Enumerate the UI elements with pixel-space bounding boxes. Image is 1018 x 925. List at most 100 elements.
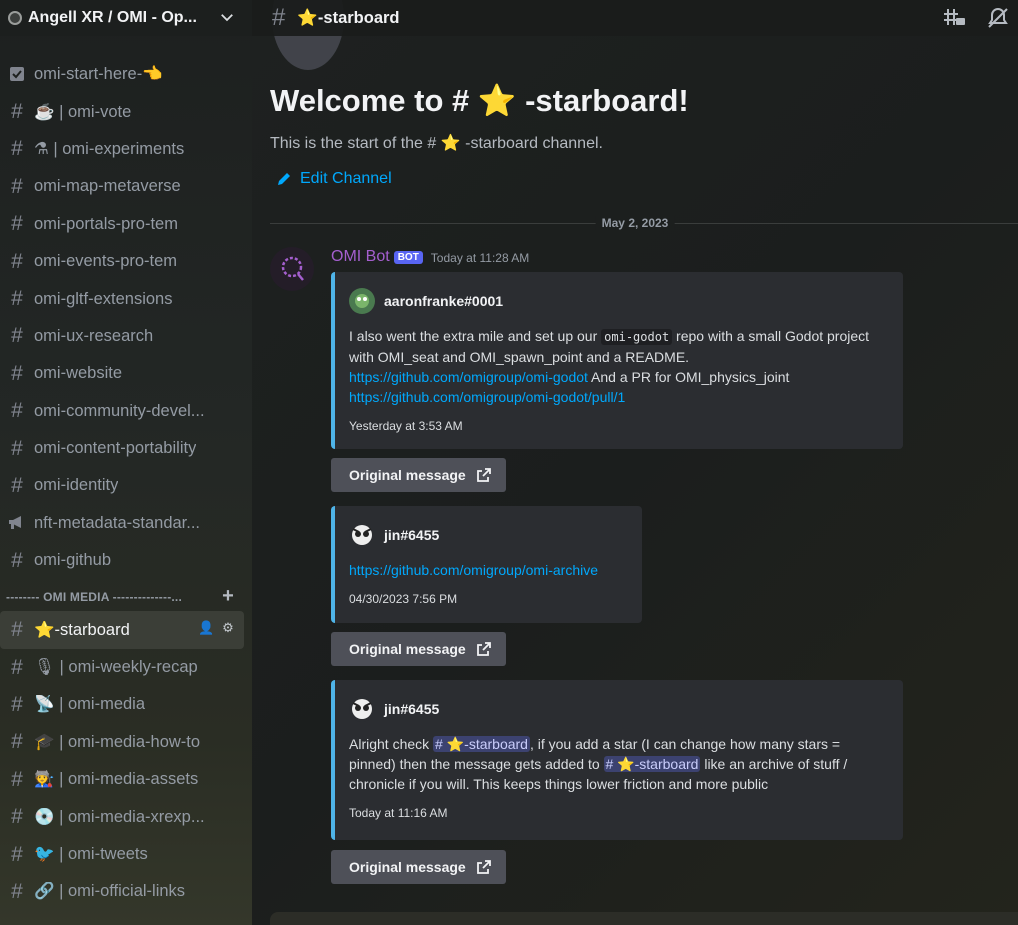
embed-author-name[interactable]: jin#6455 [384,701,439,717]
hash-icon: # [11,692,23,716]
original-message-button[interactable]: Original message [331,458,506,492]
channel-label: 🔗 | omi-official-links [34,882,186,901]
channel-omi-start-here[interactable]: omi-start-here-👈 [0,56,244,93]
chevron-down-icon[interactable] [218,8,236,26]
welcome-title: Welcome to # ⭐ -starboard! [270,83,689,118]
channel-header: # ⭐-starboard [252,0,1018,36]
starred-embed: jin#6455 https://github.com/omigroup/omi… [331,506,642,623]
hash-icon: # [11,361,23,385]
category-omi-media[interactable]: -------- OMI MEDIA --------------... + [0,583,252,611]
channel-omi-media[interactable]: # 📡 | omi-media [0,686,244,723]
hash-icon: # [11,842,23,866]
hash-icon: # [11,655,23,679]
channel-label: 🧑‍🏭 | omi-media-assets [34,770,199,789]
omi-bot-avatar-icon [281,256,304,281]
channel-label: 🐦 | omi-tweets [34,845,148,863]
embed-author: aaronfranke#0001 [349,288,889,314]
embed-description: Alright check # ⭐-starboard, if you add … [349,734,889,794]
channel-omi-map-metaverse[interactable]: # omi-map-metaverse [0,168,244,205]
channel-nft-metadata-standards[interactable]: nft-metadata-standar... [0,505,244,542]
embed-author-name[interactable]: aaronfranke#0001 [384,293,503,309]
channel-omi-github[interactable]: # omi-github [0,542,244,579]
channel-label: omi-portals-pro-tem [34,214,178,233]
hash-threads-icon: # [11,287,23,311]
channel-omi-content-portability[interactable]: # omi-content-portability [0,430,244,467]
original-message-button[interactable]: Original message [331,632,506,666]
hash-threads-icon: # [11,399,23,423]
channel-omi-community-devel[interactable]: # omi-community-devel... [0,393,244,430]
embed-footer: Yesterday at 3:53 AM [349,419,463,433]
hash-icon: # [11,730,23,754]
hash-icon: # [11,324,23,348]
channel-title: ⭐-starboard [297,8,400,27]
external-link-icon [476,468,491,482]
embed-link[interactable]: https://github.com/omigroup/omi-godot/pu… [349,389,625,405]
channel-sidebar: Angell XR / OMI - Op... omi-start-here-👈… [0,0,252,925]
channel-starboard[interactable]: # ⭐-starboard 👤 ⚙ [0,611,244,649]
message-input[interactable] [270,912,1018,925]
channel-omi-ux-research[interactable]: # omi-ux-research [0,318,244,355]
chat-area: # ⭐-starboard Welcome to # ⭐ -starboard!… [252,0,1018,925]
channel-mention[interactable]: # ⭐-starboard [433,736,530,752]
starred-embed: jin#6455 Alright check # ⭐-starboard, if… [331,680,903,840]
channel-label: 🎓 | omi-media-how-to [34,732,201,751]
channel-label: omi-website [34,364,123,383]
inline-code: omi-godot [601,329,673,345]
server-icon [8,11,22,25]
hash-icon: # [272,4,286,31]
hash-icon: # [11,249,23,273]
channel-omi-tweets[interactable]: # 🐦 | omi-tweets [0,836,244,873]
channel-omi-website[interactable]: # omi-website [0,355,244,392]
button-label: Original message [349,859,466,875]
avatar[interactable] [270,247,314,291]
channel-label: 📡 | omi-media [34,695,146,714]
channel-omi-weekly-recap[interactable]: # 🎙 | omi-weekly-recap [0,649,244,686]
channel-omi-gltf-extensions[interactable]: # omi-gltf-extensions [0,280,244,317]
channel-omi-official-links[interactable]: # 🔗 | omi-official-links [0,873,244,910]
channel-omi-portals-pro-tem[interactable]: # omi-portals-pro-tem [0,206,244,243]
channel-label: omi-ux-research [34,326,154,345]
external-link-icon [476,642,491,656]
embed-link[interactable]: https://github.com/omigroup/omi-archive [349,562,598,578]
server-header[interactable]: Angell XR / OMI - Op... [0,0,252,36]
channel-label: omi-map-metaverse [34,177,181,196]
channel-mention[interactable]: # ⭐-starboard [603,756,701,772]
hash-icon: # [11,212,23,236]
original-message-button[interactable]: Original message [331,850,506,884]
channel-omi-media-assets[interactable]: # 🧑‍🏭 | omi-media-assets [0,761,244,798]
starred-embed: aaronfranke#0001 I also went the extra m… [331,272,903,449]
channel-omi-media-xrexp[interactable]: # 💿 | omi-media-xrexp... [0,798,244,835]
add-channel-icon[interactable]: + [222,586,234,606]
embed-footer: 04/30/2023 7:56 PM [349,592,458,606]
channel-omi-vote[interactable]: # ☕ | omi-vote [0,93,244,130]
channel-omi-media-how-to[interactable]: # 🎓 | omi-media-how-to [0,724,244,761]
embed-description: I also went the extra mile and set up ou… [349,326,889,407]
channel-label: ☕ | omi-vote [34,102,132,121]
notification-muted-icon[interactable] [986,6,1010,30]
embed-link[interactable]: https://github.com/omigroup/omi-godot [349,369,588,385]
hash-icon: # [11,436,23,460]
button-label: Original message [349,641,466,657]
hash-icon: # [11,100,23,124]
message-author[interactable]: OMI Bot [331,248,390,266]
channel-label: nft-metadata-standar... [34,513,201,532]
channel-label: omi-github [34,551,112,570]
embed-description: https://github.com/omigroup/omi-archive [349,560,628,580]
announcement-icon [8,514,26,532]
invite-icon[interactable]: 👤 [198,621,214,637]
channel-omi-identity[interactable]: # omi-identity [0,467,244,504]
channel-label: omi-identity [34,476,119,495]
button-label: Original message [349,467,466,483]
pencil-icon [278,173,290,185]
channel-label: ⭐-starboard [34,620,130,639]
edit-channel-link[interactable]: Edit Channel [276,170,392,188]
embed-author-name[interactable]: jin#6455 [384,527,439,543]
edit-channel-label: Edit Channel [300,170,392,187]
external-link-icon [476,860,491,874]
threads-icon[interactable] [942,6,966,30]
channel-label: omi-gltf-extensions [34,289,173,308]
channel-omi-experiments[interactable]: # ⚗ | omi-experiments [0,131,244,168]
channel-label: 💿 | omi-media-xrexp... [34,807,205,826]
gear-icon[interactable]: ⚙ [220,621,236,637]
channel-omi-events-pro-tem[interactable]: # omi-events-pro-tem [0,243,244,280]
